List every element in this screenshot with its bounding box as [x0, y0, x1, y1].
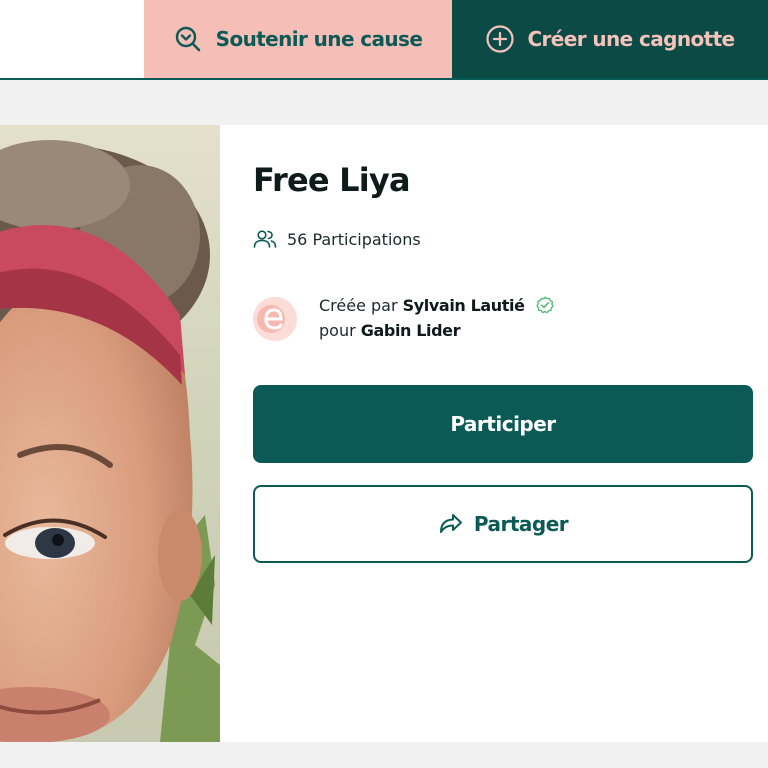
participations-label: 56 Participations: [287, 229, 421, 249]
campaign-card: Free Liya 56 Participations Créée par Sy…: [220, 125, 768, 742]
create-pot-label: Créer une cagnotte: [527, 27, 735, 51]
support-cause-button[interactable]: Soutenir une cause: [144, 0, 452, 78]
create-pot-button[interactable]: Créer une cagnotte: [452, 0, 768, 78]
share-arrow-icon: [438, 512, 464, 536]
users-icon: [253, 229, 277, 249]
creator-info: Créée par Sylvain Lautié pour Gabin Lide…: [253, 295, 554, 342]
creator-name[interactable]: Sylvain Lautié: [403, 296, 525, 315]
search-heart-icon: [174, 25, 202, 53]
plus-circle-icon: [485, 24, 515, 54]
for-prefix: pour: [319, 321, 356, 340]
beneficiary-name[interactable]: Gabin Lider: [361, 321, 461, 340]
share-label: Partager: [473, 512, 569, 536]
created-by-prefix: Créée par: [319, 296, 398, 315]
campaign-photo: [0, 125, 220, 742]
participations-count: 56 Participations: [253, 229, 421, 249]
campaign-title: Free Liya: [253, 161, 411, 199]
top-navigation-bar: Soutenir une cause Créer une cagnotte: [0, 0, 768, 80]
creator-text: Créée par Sylvain Lautié pour Gabin Lide…: [319, 295, 554, 342]
participate-button[interactable]: Participer: [253, 385, 753, 463]
creator-avatar[interactable]: [253, 296, 297, 341]
share-button[interactable]: Partager: [253, 485, 753, 563]
support-cause-label: Soutenir une cause: [215, 27, 423, 51]
verified-check-icon: [535, 296, 554, 320]
